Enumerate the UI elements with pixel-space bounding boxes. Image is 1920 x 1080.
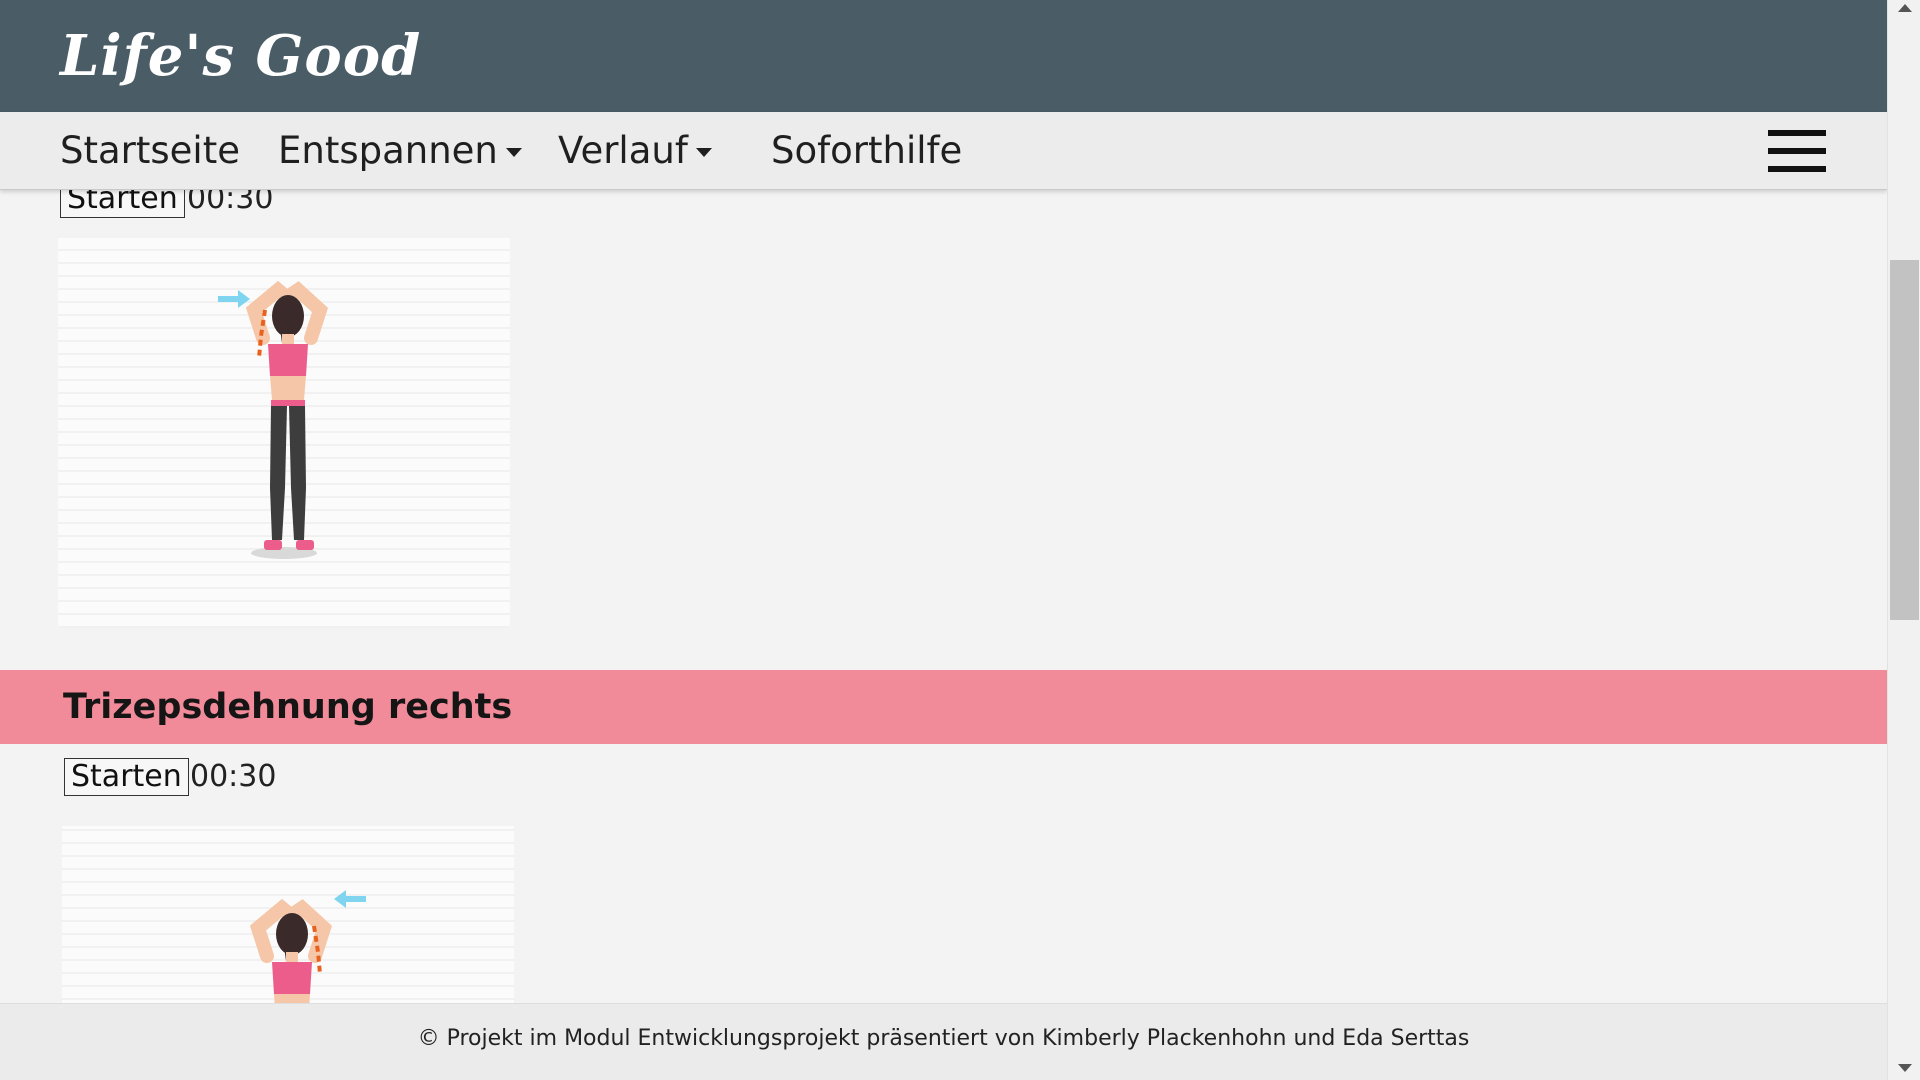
caret-down-icon (505, 148, 522, 157)
scroll-up-arrow-icon[interactable] (1898, 4, 1912, 12)
nav-item-label: Verlauf (558, 129, 688, 172)
scroll-down-arrow-icon[interactable] (1898, 1064, 1912, 1072)
arrow-left-icon (334, 890, 366, 908)
start-button[interactable]: Starten (64, 758, 189, 796)
nav-item-label: Soforthilfe (771, 129, 963, 172)
nav-item-entspannen[interactable]: Entspannen (278, 126, 522, 176)
vertical-scrollbar[interactable] (1887, 0, 1920, 1080)
exercise-image (58, 238, 510, 628)
nav-item-verlauf[interactable]: Verlauf (558, 126, 712, 176)
scrollbar-thumb[interactable] (1890, 260, 1919, 620)
exercise-image (62, 826, 514, 1026)
site-header: Life's Good (0, 0, 1887, 112)
nav-item-label: Entspannen (278, 129, 498, 172)
page-viewport: Starten 00:30 Trizepsdehnung rechts Star… (0, 0, 1887, 1080)
caret-down-icon (695, 148, 712, 157)
main-navigation: Startseite Entspannen Verlauf Soforthilf… (0, 112, 1887, 190)
woman-stretching-icon (249, 890, 366, 1026)
hamburger-menu-icon[interactable] (1768, 130, 1826, 172)
exercise-section-header: Trizepsdehnung rechts (0, 670, 1887, 744)
site-footer: © Projekt im Modul Entwicklungsprojekt p… (0, 1003, 1887, 1080)
nav-item-startseite[interactable]: Startseite (60, 126, 240, 176)
footer-copyright: © Projekt im Modul Entwicklungsprojekt p… (417, 1026, 1470, 1051)
arrow-right-icon (218, 290, 250, 308)
nav-item-soforthilfe[interactable]: Soforthilfe (771, 126, 962, 176)
exercise-timer: 00:30 (190, 759, 277, 794)
nav-item-label: Startseite (60, 129, 240, 172)
woman-stretching-icon (218, 280, 329, 559)
site-logo[interactable]: Life's Good (60, 18, 421, 94)
exercise-title: Trizepsdehnung rechts (63, 687, 513, 727)
